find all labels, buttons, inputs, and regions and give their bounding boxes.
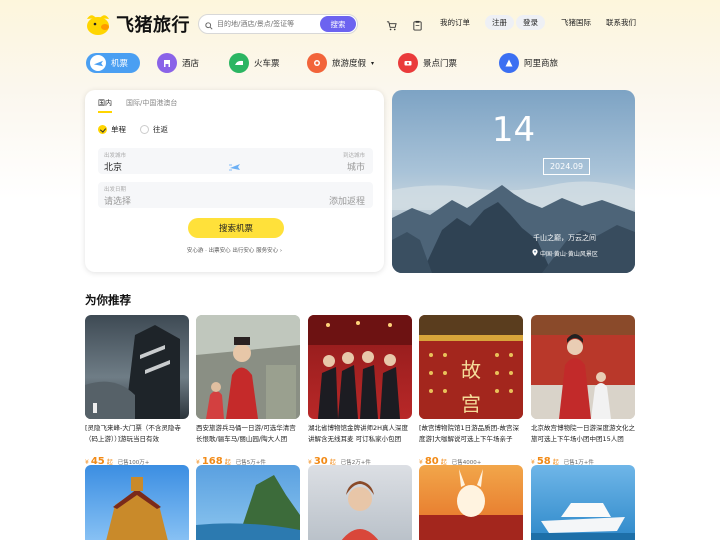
search-input[interactable]	[217, 20, 327, 28]
search-box: 搜索	[198, 14, 358, 34]
swap-plane-icon[interactable]	[228, 159, 242, 173]
train-icon	[229, 53, 249, 73]
banner-day: 14	[491, 110, 536, 150]
contact-link[interactable]: 联系我们	[606, 17, 636, 28]
chevron-down-icon: ▾	[371, 59, 375, 67]
gugong-artwork-text: 故宫	[461, 358, 481, 416]
category-label: 火车票	[254, 59, 280, 69]
recommend-card-image[interactable]	[196, 465, 300, 540]
to-city-field[interactable]: 城市	[347, 160, 365, 173]
recommend-card-image[interactable]	[85, 465, 189, 540]
from-city-field[interactable]: 北京	[104, 160, 122, 173]
location-pin-icon	[532, 249, 538, 258]
category-label: 旅游度假	[332, 59, 367, 69]
promo-banner[interactable]: 14 2024.09 千山之巅，万云之间 中国·黄山·黄山风景区	[392, 90, 635, 273]
city-row: 出发城市 北京 到达城市 城市	[98, 148, 373, 174]
card-image	[196, 315, 300, 419]
recommend-card-image[interactable]	[308, 465, 412, 540]
login-button[interactable]: 登录	[516, 15, 545, 30]
flight-booking-panel: 国内 国际/中国港澳台 单程 往返 出发城市 北京 到达城市 城市 出发日期 请…	[85, 90, 384, 272]
hotel-icon	[157, 53, 177, 73]
trip-type-radios: 单程 往返	[98, 124, 168, 135]
recommend-card-image[interactable]	[419, 465, 523, 540]
radio-label: 单程	[111, 125, 126, 134]
card-image	[85, 315, 189, 419]
date-label: 出发日期	[104, 187, 127, 193]
search-flights-button[interactable]: 搜索机票	[188, 218, 284, 238]
logo[interactable]: 飞猪旅行	[84, 11, 190, 37]
category-vacation[interactable]: 旅游度假 ▾	[307, 50, 374, 76]
vacation-icon	[307, 53, 327, 73]
category-tickets[interactable]: 景点门票	[398, 50, 457, 76]
tab-international[interactable]: 国际/中国港澳台	[126, 98, 177, 113]
date-row: 出发日期 请选择 添加返程	[98, 182, 373, 208]
search-button[interactable]: 搜索	[320, 16, 356, 32]
search-icon	[205, 15, 213, 34]
card-title: 湖北省博物馆金牌讲师2H真人深度讲解含无线耳麦 可订私家小包团	[308, 424, 409, 443]
card-title: [故宫博物院馆1日游品质团-故宫深度游]大咖解说可选上下午场亲子	[419, 424, 520, 443]
fliggy-logo-icon	[84, 12, 112, 36]
card-image	[531, 315, 635, 419]
assurance-link[interactable]: 安心游 · 出票安心 出行安心 服务安心 ›	[85, 246, 384, 254]
recommend-card-image[interactable]	[531, 465, 635, 540]
add-return-field[interactable]: 添加返程	[329, 194, 365, 207]
card-title: 北京故宫博物院一日游深度游文化之旅可选上下午场小团中团15人团	[531, 424, 635, 443]
category-flights[interactable]: 机票	[86, 53, 141, 73]
card-image	[308, 315, 412, 419]
radio-checked-icon	[98, 125, 107, 134]
fliggy-intl-link[interactable]: 飞猪国际	[561, 17, 591, 28]
ticket-icon	[398, 53, 418, 73]
recommend-card[interactable]: 湖北省博物馆金牌讲师2H真人深度讲解含无线耳麦 可订私家小包团 ¥ 30 起 已…	[308, 315, 413, 467]
banner-month: 2024.09	[543, 158, 590, 175]
category-label: 阿里商旅	[524, 59, 559, 69]
cart-icon[interactable]	[386, 16, 398, 31]
recommend-card[interactable]: [灵隐飞来峰-大门票（不含灵隐寺（码上游））]游玩当日有效 ¥ 45 起 已售1…	[85, 315, 190, 467]
category-nav: 机票 酒店 火车票 旅游度假 ▾ 景点门票 阿里商旅	[84, 50, 636, 78]
card-image: 故宫	[419, 315, 523, 419]
radio-one-way[interactable]: 单程	[98, 124, 126, 135]
location-text: 中国·黄山·黄山风景区	[540, 251, 598, 258]
to-city-label: 到达城市	[342, 153, 365, 159]
banner-caption: 千山之巅，万云之间	[533, 234, 596, 242]
radio-round-trip[interactable]: 往返	[140, 124, 168, 135]
order-icon[interactable]	[412, 16, 424, 31]
category-hotels[interactable]: 酒店	[157, 50, 199, 76]
category-label: 景点门票	[423, 59, 458, 69]
category-business[interactable]: 阿里商旅	[499, 50, 558, 76]
card-title: [灵隐飞来峰-大门票（不含灵隐寺（码上游））]游玩当日有效	[85, 424, 181, 443]
logo-text: 飞猪旅行	[116, 15, 190, 36]
category-trains[interactable]: 火车票	[229, 50, 280, 76]
departure-date-field[interactable]: 请选择	[104, 194, 131, 207]
my-orders-link[interactable]: 我的订单	[440, 17, 470, 28]
recommend-card[interactable]: 故宫 [故宫博物院馆1日游品质团-故宫深度游]大咖解说可选上下午场亲子 ¥ 80…	[419, 315, 524, 467]
register-button[interactable]: 注册	[485, 15, 514, 30]
recommend-card[interactable]: 北京故宫博物院一日游深度游文化之旅可选上下午场小团中团15人团 ¥ 58 起 已…	[531, 315, 636, 467]
category-label: 酒店	[182, 59, 200, 69]
card-title: 西安旅游兵马俑一日游/可选华清宫长恨歌/骊车马/丽山园/陶大人团	[196, 424, 296, 443]
from-city-label: 出发城市	[104, 153, 127, 159]
top-header: 飞猪旅行 搜索 我的订单 注册 登录 飞猪国际 联系我们	[0, 0, 720, 46]
banner-location: 中国·黄山·黄山风景区	[532, 249, 598, 258]
business-icon	[499, 53, 519, 73]
plane-icon	[90, 55, 106, 71]
booking-tabs: 国内 国际/中国港澳台	[98, 98, 177, 113]
recommend-title: 为你推荐	[85, 293, 131, 307]
radio-label: 往返	[153, 125, 168, 134]
tab-domestic[interactable]: 国内	[98, 98, 112, 113]
recommend-card[interactable]: 西安旅游兵马俑一日游/可选华清宫长恨歌/骊车马/丽山园/陶大人团 ¥ 168 起…	[196, 315, 301, 467]
radio-unchecked-icon	[140, 125, 149, 134]
category-label: 机票	[111, 59, 129, 69]
